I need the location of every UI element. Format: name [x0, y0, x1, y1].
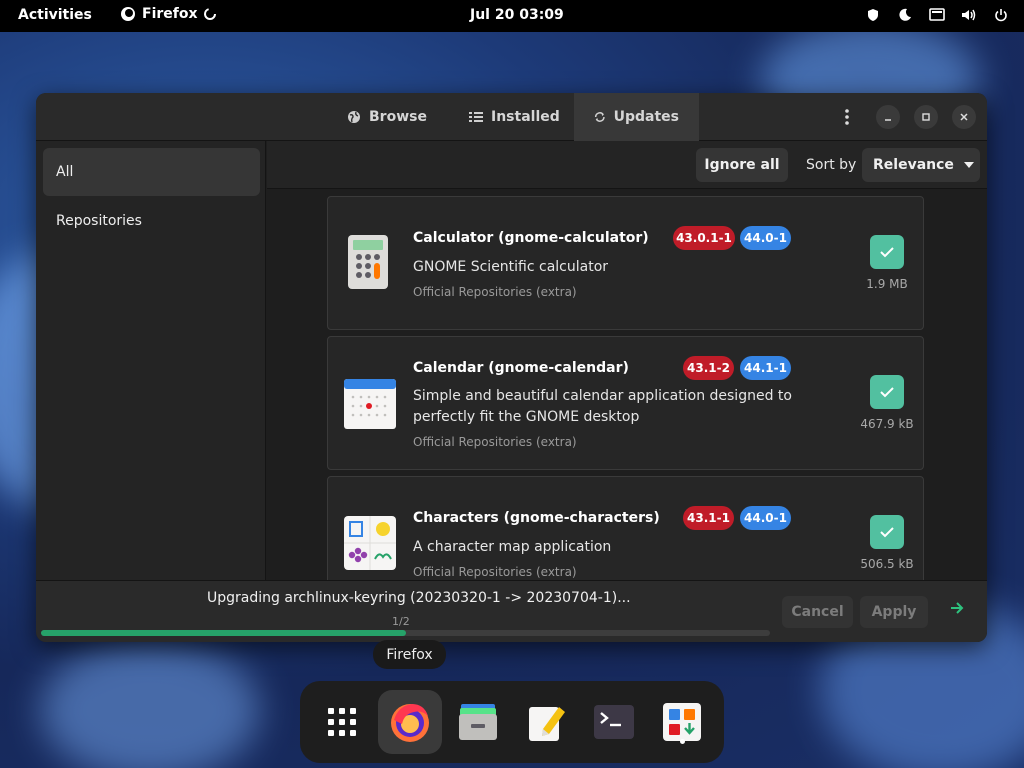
software-window: Browse Installed Updates All Repositorie…: [36, 93, 987, 642]
tab-installed[interactable]: Installed: [449, 93, 580, 141]
update-checkbox[interactable]: [870, 235, 904, 269]
power-icon[interactable]: [992, 6, 1010, 24]
system-tray[interactable]: [864, 6, 1010, 24]
update-card-calendar[interactable]: Calendar (gnome-calendar) 43.1-2 44.1-1 …: [327, 336, 924, 470]
status-text: Upgrading archlinux-keyring (20230320-1 …: [207, 590, 631, 606]
download-size: 1.9 MB: [866, 277, 908, 291]
updates-content: Ignore all Sort by Relevance Calculator …: [267, 141, 987, 606]
old-version-badge: 43.1-2: [683, 356, 734, 380]
new-version-badge: 44.0-1: [740, 226, 791, 250]
update-checkbox[interactable]: [870, 375, 904, 409]
dock-item-terminal[interactable]: [582, 690, 646, 754]
app-repository: Official Repositories (extra): [413, 435, 577, 449]
checkmark-icon: [880, 527, 894, 538]
app-description: Simple and beautiful calendar applicatio…: [413, 388, 792, 425]
download-size: 506.5 kB: [860, 557, 914, 571]
updates-toolbar: Ignore all Sort by Relevance: [267, 141, 987, 189]
app-repository: Official Repositories (extra): [413, 565, 577, 579]
tab-label: Installed: [491, 109, 560, 125]
tab-updates[interactable]: Updates: [574, 93, 699, 141]
tab-browse[interactable]: Browse: [327, 93, 447, 141]
main-menu-button[interactable]: [835, 105, 859, 129]
progress-label: 1/2: [392, 615, 410, 628]
top-bar: Activities Firefox Jul 20 03:09: [0, 0, 1024, 32]
characters-icon: [344, 516, 396, 570]
terminal-icon: [594, 705, 634, 739]
apps-grid-icon: [328, 708, 356, 736]
progress-fill: [41, 630, 406, 636]
dock-item-files[interactable]: [446, 690, 510, 754]
screen-icon[interactable]: [928, 6, 946, 24]
software-icon: [663, 703, 701, 741]
chevron-down-icon: [963, 162, 974, 168]
minimize-icon: [885, 119, 891, 121]
activities-button[interactable]: Activities: [18, 7, 92, 23]
clock[interactable]: Jul 20 03:09: [470, 7, 564, 23]
files-icon: [459, 704, 497, 740]
globe-icon: [348, 111, 360, 123]
minimize-button[interactable]: [876, 105, 900, 129]
update-progress-bar: Upgrading archlinux-keyring (20230320-1 …: [36, 580, 987, 642]
wallpaper-blob: [40, 640, 260, 768]
refresh-icon: [594, 112, 605, 122]
tab-label: Updates: [613, 109, 679, 125]
apply-button[interactable]: Apply: [860, 596, 928, 628]
loading-spinner-icon: [203, 8, 216, 20]
app-description: GNOME Scientific calculator: [413, 259, 609, 275]
sidebar-item-all[interactable]: All: [43, 148, 260, 196]
new-version-badge: 44.1-1: [740, 356, 791, 380]
progress-track: [41, 630, 770, 636]
firefox-icon: [121, 7, 135, 21]
night-light-icon[interactable]: [896, 6, 914, 24]
header-bar: Browse Installed Updates: [36, 93, 987, 141]
calculator-icon: [348, 235, 388, 289]
sidebar-item-repositories[interactable]: Repositories: [43, 197, 260, 245]
app-name: Firefox: [142, 6, 198, 22]
cancel-button[interactable]: Cancel: [782, 596, 853, 628]
sidebar-item-label: All: [56, 164, 74, 180]
checkmark-icon: [880, 387, 894, 398]
list-icon: [469, 112, 483, 122]
download-size: 467.9 kB: [860, 417, 914, 431]
dock-item-software[interactable]: [650, 690, 714, 754]
app-description: A character map application: [413, 539, 612, 555]
maximize-button[interactable]: [914, 105, 938, 129]
update-checkbox[interactable]: [870, 515, 904, 549]
close-button[interactable]: [952, 105, 976, 129]
app-name: Calendar (gnome-calendar): [413, 360, 629, 376]
maximize-icon: [922, 113, 930, 121]
update-card-calculator[interactable]: Calculator (gnome-calculator) 43.0.1-1 4…: [327, 196, 924, 330]
sort-dropdown[interactable]: Relevance: [862, 148, 980, 182]
dock-tooltip: Firefox: [373, 640, 446, 669]
close-icon: [960, 113, 968, 121]
firefox-icon: [391, 704, 429, 742]
new-version-badge: 44.0-1: [740, 506, 791, 530]
text-editor-icon: [529, 707, 565, 741]
calendar-icon: [344, 379, 396, 429]
sidebar-item-label: Repositories: [56, 213, 142, 229]
checkmark-icon: [880, 247, 894, 258]
app-name: Characters (gnome-characters): [413, 510, 660, 526]
old-version-badge: 43.1-1: [683, 506, 734, 530]
running-indicator: [680, 739, 685, 744]
ignore-all-button[interactable]: Ignore all: [696, 148, 788, 182]
app-menu[interactable]: Firefox: [120, 6, 216, 22]
dock: [300, 681, 724, 763]
privacy-shield-icon[interactable]: [864, 6, 882, 24]
sidebar: All Repositories: [36, 141, 266, 580]
app-repository: Official Repositories (extra): [413, 285, 577, 299]
arrow-right-icon[interactable]: [950, 601, 964, 615]
old-version-badge: 43.0.1-1: [673, 226, 735, 250]
dock-item-show-apps[interactable]: [310, 690, 374, 754]
sort-by-label: Sort by: [806, 157, 857, 173]
kebab-menu-icon: [845, 109, 849, 125]
volume-icon[interactable]: [960, 6, 978, 24]
dock-item-text-editor[interactable]: [514, 690, 578, 754]
tab-label: Browse: [369, 109, 427, 125]
app-name: Calculator (gnome-calculator): [413, 230, 649, 246]
dock-item-firefox[interactable]: [378, 690, 442, 754]
sort-value: Relevance: [873, 157, 954, 173]
